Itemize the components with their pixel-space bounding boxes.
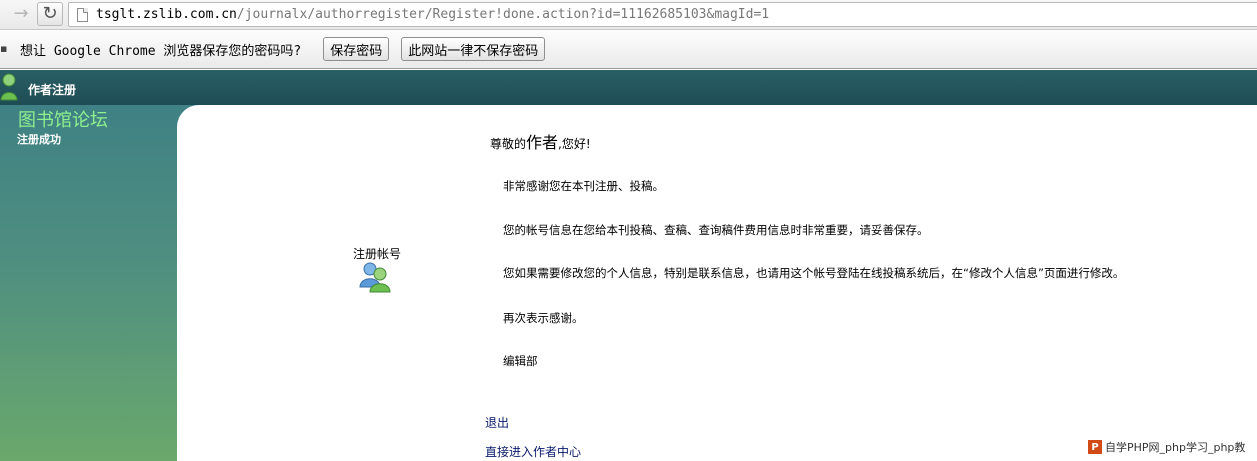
url-path: /journalx/authorregister/Register!done.a… (236, 7, 770, 22)
message-paragraph: 非常感谢您在本刊注册、投稿。 (503, 179, 664, 193)
header-title: 作者注册 (28, 83, 77, 97)
content-panel (177, 105, 1257, 461)
registration-status: 注册成功 (17, 133, 61, 146)
watermark-text: 自学PHP网_php学习_php教 (1105, 441, 1246, 454)
address-bar[interactable]: tsglt.zslib.com.cn/journalx/authorregist… (68, 2, 1257, 27)
greeting-prefix: 尊敬的 (490, 137, 527, 151)
user-icon (0, 73, 18, 101)
save-password-button[interactable]: 保存密码 (323, 37, 390, 61)
page-icon (77, 7, 88, 22)
reload-icon[interactable]: ↻ (37, 2, 63, 26)
infobar-message: 想让 Google Chrome 浏览器保存您的密码吗? (20, 43, 302, 59)
account-label: 注册帐号 (353, 247, 402, 261)
forward-arrow-icon[interactable]: → (8, 2, 34, 26)
site-header: 作者注册 (0, 70, 1257, 105)
url-host: tsglt.zslib.com.cn (96, 7, 237, 22)
key-icon: ▪ (0, 42, 8, 55)
users-icon (359, 262, 391, 293)
forum-title: 图书馆论坛 (18, 110, 108, 131)
password-infobar: ▪ 想让 Google Chrome 浏览器保存您的密码吗? 保存密码 此网站一… (0, 30, 1257, 69)
watermark-logo: P (1088, 440, 1102, 454)
site-watermark: P 自学PHP网_php学习_php教 (1088, 438, 1250, 456)
greeting-suffix: ,您好! (558, 137, 591, 151)
sidebar (0, 105, 200, 461)
never-save-password-button[interactable]: 此网站一律不保存密码 (401, 37, 546, 61)
author-center-link[interactable]: 直接进入作者中心 (485, 443, 581, 460)
signature-editorial-office: 编辑部 (503, 354, 538, 368)
greeting-name: 作者 (526, 133, 559, 152)
message-paragraph: 您的帐号信息在您给本刊投稿、查稿、查询稿件费用信息时非常重要，请妥善保存。 (503, 223, 929, 237)
message-paragraph: 再次表示感谢。 (503, 311, 584, 325)
greeting: 尊敬的作者,您好! (490, 129, 591, 153)
message-paragraph: 您如果需要修改您的个人信息，特别是联系信息，也请用这个帐号登陆在线投稿系统后，在… (503, 266, 1125, 280)
logout-link[interactable]: 退出 (485, 414, 509, 431)
browser-toolbar: → ↻ tsglt.zslib.com.cn/journalx/authorre… (0, 0, 1257, 30)
